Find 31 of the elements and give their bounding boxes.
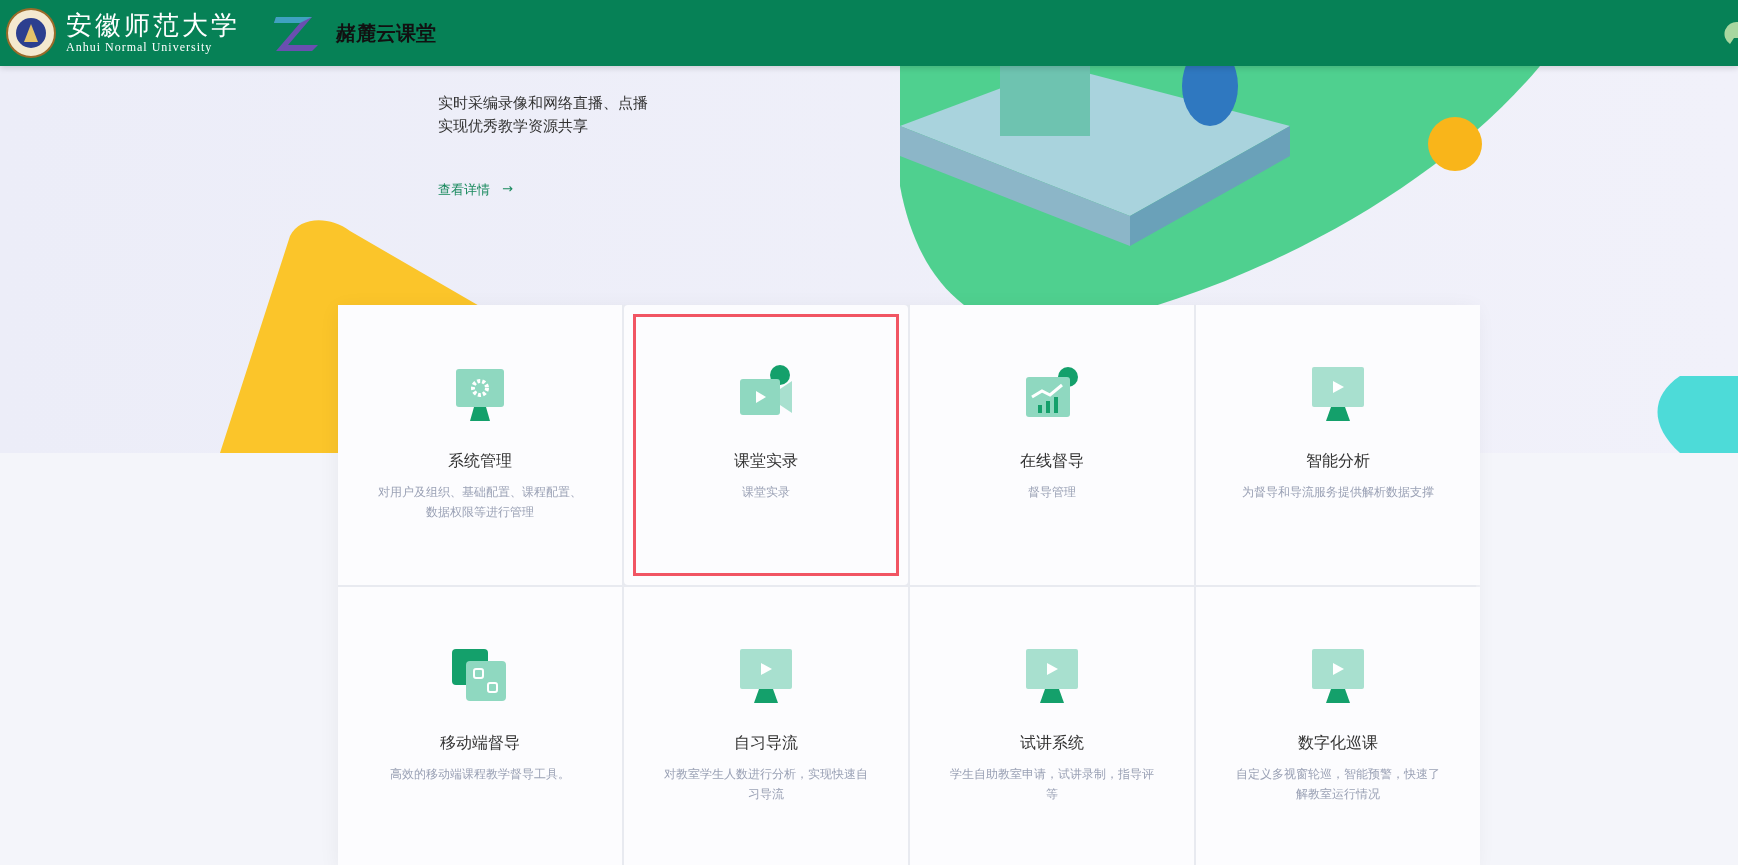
module-card[interactable]: 自习导流 对教室学生人数进行分析，实现快速自习导流 bbox=[624, 587, 908, 865]
module-title: 智能分析 bbox=[1306, 451, 1370, 472]
module-card[interactable]: 试讲系统 学生自助教室申请，试讲录制，指导评等 bbox=[910, 587, 1194, 865]
module-card[interactable]: 智能分析 为督导和导流服务提供解析数据支撑 bbox=[1196, 305, 1480, 585]
university-seal-icon bbox=[6, 8, 56, 58]
module-title: 在线督导 bbox=[1020, 451, 1084, 472]
module-card[interactable]: 课堂实录 课堂实录 bbox=[624, 305, 908, 585]
module-description: 高效的移动端课程教学督导工具。 bbox=[389, 766, 571, 783]
product-name: 赭麓云课堂 bbox=[336, 19, 436, 47]
university-name: 安徽师范大学 bbox=[66, 11, 240, 40]
module-description: 对教室学生人数进行分析，实现快速自习导流 bbox=[663, 766, 869, 804]
module-title: 试讲系统 bbox=[1020, 733, 1084, 754]
module-title: 数字化巡课 bbox=[1298, 733, 1378, 754]
module-card[interactable]: 移动端督导 高效的移动端课程教学督导工具。 bbox=[338, 587, 622, 865]
module-description: 对用户及组织、基础配置、课程配置、数据权限等进行管理 bbox=[377, 484, 583, 522]
module-card[interactable]: 在线督导 督导管理 bbox=[910, 305, 1194, 585]
ball-shape bbox=[1428, 117, 1482, 171]
module-title: 自习导流 bbox=[734, 733, 798, 754]
university-name-english: Anhui Normal University bbox=[66, 39, 214, 55]
module-description: 自定义多视窗轮巡，智能预警，快速了解教室运行情况 bbox=[1235, 766, 1441, 804]
view-details-link[interactable]: 查看详情 → bbox=[438, 181, 513, 199]
module-title: 移动端督导 bbox=[440, 733, 520, 754]
hero-description: 实时采编录像和网络直播、点播 实现优秀教学资源共享 bbox=[438, 93, 648, 137]
module-description: 学生自助教室申请，试讲录制，指导评等 bbox=[949, 766, 1155, 804]
module-description: 课堂实录 bbox=[741, 484, 791, 501]
module-description: 督导管理 bbox=[1027, 484, 1077, 501]
module-title: 系统管理 bbox=[448, 451, 512, 472]
module-description: 为督导和导流服务提供解析数据支撑 bbox=[1241, 484, 1435, 501]
module-card[interactable]: 数字化巡课 自定义多视窗轮巡，智能预警，快速了解教室运行情况 bbox=[1196, 587, 1480, 865]
module-title: 课堂实录 bbox=[734, 451, 798, 472]
module-card[interactable]: 系统管理 对用户及组织、基础配置、课程配置、数据权限等进行管理 bbox=[338, 305, 622, 585]
